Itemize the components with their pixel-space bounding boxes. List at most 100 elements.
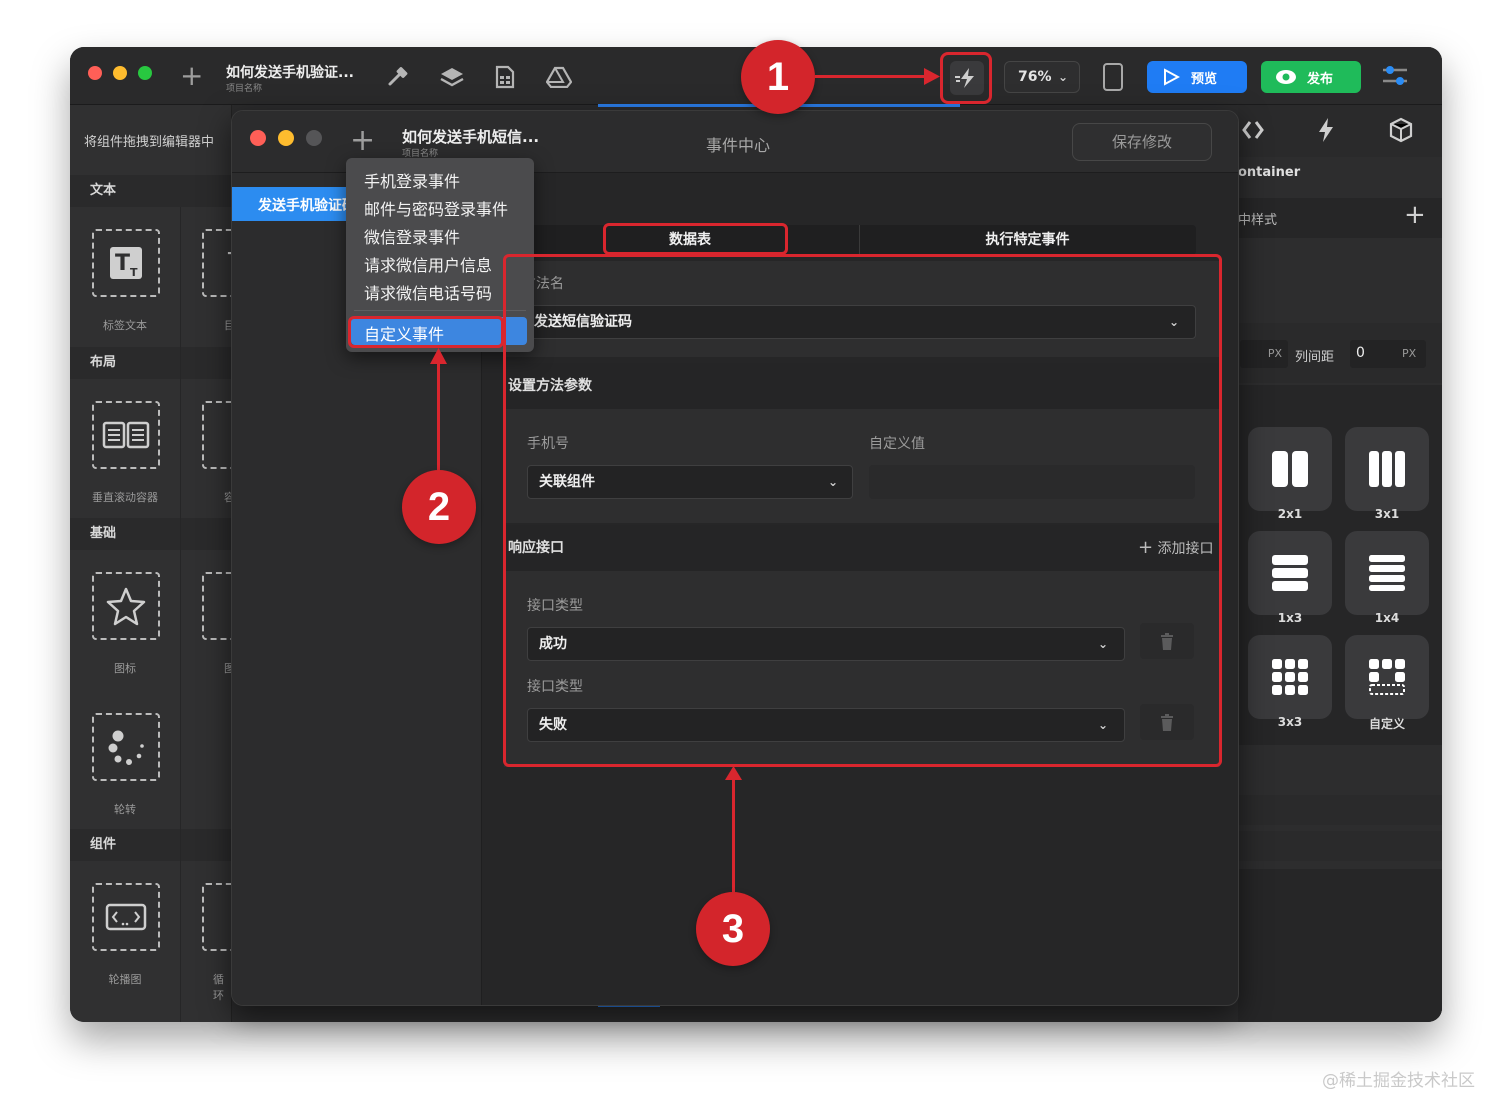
add-icon[interactable]: + (350, 123, 375, 158)
component-label-text[interactable]: TT 标签文本 (70, 207, 180, 347)
tab-label: 执行特定事件 (985, 232, 1070, 248)
lightning-icon[interactable] (1316, 117, 1336, 147)
section-layout: 布局 (70, 347, 232, 379)
star-icon (92, 572, 160, 640)
hammer-icon[interactable] (386, 66, 410, 92)
device-icon[interactable] (1103, 63, 1123, 91)
eye-icon (1276, 70, 1296, 84)
container-icon (202, 401, 232, 469)
add-icon[interactable]: + (180, 62, 203, 90)
col-gap-input[interactable]: 0 PX (1350, 340, 1426, 368)
menu-item[interactable]: 手机登录事件 (364, 168, 460, 192)
rows-3-icon (1272, 555, 1308, 591)
section-text: 文本 (70, 175, 232, 207)
layout-label: 1x3 (1277, 611, 1303, 625)
component-partial[interactable]: T 目 (181, 207, 232, 347)
save-changes-button[interactable]: 保存修改 (1072, 123, 1212, 161)
highlight-custom-event (348, 316, 504, 348)
menu-item[interactable]: 请求微信用户信息 (364, 252, 492, 276)
grid-3x3-icon (1272, 659, 1308, 695)
spacing-input[interactable]: PX (1240, 340, 1288, 368)
highlight-event-button (940, 52, 992, 104)
add-style-icon[interactable]: + (1404, 200, 1426, 230)
project-title: 如何发送手机验证... (226, 65, 354, 81)
settings-sliders-icon[interactable] (1381, 63, 1409, 93)
drive-icon[interactable] (545, 66, 573, 92)
layout-1x4-tile[interactable] (1345, 531, 1429, 615)
unit-label: PX (1402, 347, 1417, 360)
component-carousel[interactable]: 轮播图 (70, 861, 180, 1001)
component-name: 轮转 (114, 803, 136, 816)
event-name: 发送手机验证码 (258, 198, 356, 214)
tab-execute-event[interactable]: 执行特定事件 (859, 225, 1196, 255)
unit-label: PX (1267, 347, 1282, 360)
step-marker-2: 2 (402, 470, 476, 544)
layout-label: 3x3 (1277, 715, 1303, 729)
zoom-window-button[interactable] (306, 130, 322, 146)
play-icon (1164, 68, 1180, 86)
zoom-select[interactable]: 76% ⌄ (1004, 61, 1080, 93)
menu-item[interactable]: 请求微信电话号码 (364, 280, 492, 304)
code-icon[interactable] (1242, 119, 1268, 145)
component-name: 标签文本 (103, 319, 147, 332)
cube-icon[interactable] (1388, 117, 1414, 147)
component-name: 循环 (213, 973, 224, 1001)
close-window-button[interactable] (250, 130, 266, 146)
preview-button[interactable]: 预览 (1147, 61, 1247, 93)
component-vertical-scroll[interactable]: 垂直滚动容器 (70, 379, 180, 519)
properties-tabs (1238, 105, 1442, 157)
document-icon[interactable] (495, 65, 515, 93)
component-partial[interactable]: 图 (181, 550, 232, 690)
layout-custom-tile[interactable] (1345, 635, 1429, 719)
publish-label: 发布 (1307, 72, 1334, 87)
menu-item[interactable]: 邮件与密码登录事件 (364, 196, 508, 220)
layout-1x3-tile[interactable] (1248, 531, 1332, 615)
layers-icon[interactable] (439, 66, 465, 92)
section-basic: 基础 (70, 518, 232, 550)
close-window-button[interactable] (88, 66, 102, 80)
columns-2-icon (1272, 451, 1308, 487)
carousel-icon (92, 883, 160, 951)
component-spinner[interactable]: 轮转 (70, 691, 180, 831)
menu-item[interactable]: 微信登录事件 (364, 224, 460, 248)
list-icon (202, 883, 232, 951)
chevron-down-icon: ⌄ (1058, 70, 1069, 84)
step-marker-1: 1 (741, 40, 815, 114)
arrow-head-icon (430, 348, 447, 364)
panel-row (1238, 795, 1442, 825)
highlight-method-form (503, 254, 1222, 767)
image-icon (202, 572, 232, 640)
component-name: 图标 (114, 662, 136, 675)
layout-2x1-tile[interactable] (1248, 427, 1332, 511)
custom-grid-icon (1369, 659, 1405, 695)
arrow-head-icon (924, 68, 940, 85)
menu-divider (354, 310, 526, 311)
component-partial[interactable]: 容 (181, 379, 232, 519)
minimize-window-button[interactable] (278, 130, 294, 146)
component-panel: 将组件拖拽到编辑器中 文本 TT 标签文本 T 目 布局 垂直滚动容器 (70, 105, 232, 1022)
minimize-window-button[interactable] (113, 66, 127, 80)
layout-label: 3x1 (1374, 507, 1400, 521)
layout-3x1-tile[interactable] (1345, 427, 1429, 511)
text-block-icon: T (202, 229, 232, 297)
svg-text:T: T (130, 266, 138, 279)
svg-text:T: T (115, 251, 130, 276)
spacing-row: PX 列间距 0 PX (1238, 323, 1442, 383)
panel-footer (1238, 869, 1442, 1022)
component-partial[interactable]: 循环 (181, 861, 232, 1001)
grid-divider (180, 347, 181, 1022)
preview-label: 预览 (1191, 72, 1218, 87)
arrow-1 (815, 75, 927, 78)
screenshot-stage: + 如何发送手机验证... 项目名称 76% ⌄ 预览 发布 将组件拖拽到编辑器… (0, 0, 1512, 1116)
arrow-2 (437, 360, 440, 472)
step-marker-3: 3 (696, 892, 770, 966)
publish-button[interactable]: 发布 (1261, 61, 1361, 93)
zoom-value: 76% (1018, 69, 1052, 85)
drag-hint: 将组件拖拽到编辑器中 (84, 135, 215, 150)
component-icon[interactable]: 图标 (70, 550, 180, 690)
layout-3x3-tile[interactable] (1248, 635, 1332, 719)
component-type-label: ontainer (1238, 165, 1301, 180)
scroll-container-icon (92, 401, 160, 469)
zoom-window-button[interactable] (138, 66, 152, 80)
rows-4-icon (1369, 555, 1405, 591)
